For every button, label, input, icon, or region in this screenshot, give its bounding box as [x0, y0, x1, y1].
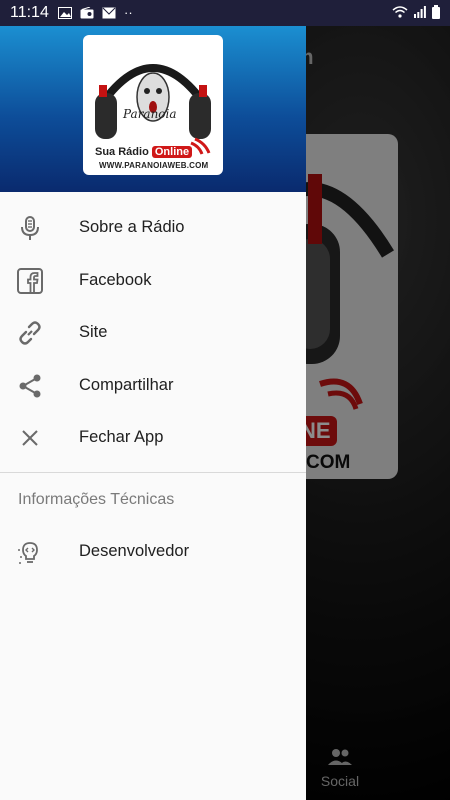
- navigation-drawer: Paranoia Sua Rádio Online WWW.PARANOIAWE…: [0, 26, 306, 800]
- drawer-divider: [0, 472, 306, 473]
- radio-logo: Paranoia Sua Rádio Online WWW.PARANOIAWE…: [83, 35, 223, 175]
- logo-tagline: Sua Rádio Online: [95, 146, 193, 158]
- mail-icon: [102, 7, 116, 19]
- menu-item-label: Site: [79, 323, 108, 341]
- menu-item-site[interactable]: Site: [0, 307, 306, 360]
- system-icons: [392, 5, 440, 19]
- menu-item-desenvolvedor[interactable]: Desenvolvedor: [0, 526, 306, 580]
- link-icon: [19, 321, 41, 345]
- drawer-menu: Sobre a Rádio Facebook Site Compartilhar…: [0, 202, 306, 465]
- image-icon: [58, 7, 72, 19]
- facebook-icon: [17, 267, 43, 294]
- menu-item-label: Sobre a Rádio: [79, 218, 185, 236]
- logo-brand-text: Paranoia: [123, 107, 177, 121]
- status-time: 11:14: [10, 4, 49, 21]
- more-dots-icon: ··: [124, 5, 133, 20]
- notification-icons: ··: [58, 6, 133, 20]
- battery-icon: [432, 5, 440, 19]
- logo-tagline-prefix: Sua Rádio: [95, 146, 149, 158]
- close-icon: [22, 430, 38, 446]
- menu-item-compartilhar[interactable]: Compartilhar: [0, 360, 306, 413]
- section-title-informacoes: Informações Técnicas: [18, 491, 175, 508]
- drawer-header: Paranoia Sua Rádio Online WWW.PARANOIAWE…: [0, 26, 306, 192]
- signal-icon: [414, 6, 426, 18]
- menu-item-label: Facebook: [79, 270, 152, 289]
- menu-item-label: Desenvolvedor: [79, 542, 190, 560]
- status-bar: 11:14 ··: [0, 0, 450, 26]
- wifi-icon: [392, 6, 408, 18]
- menu-item-facebook[interactable]: Facebook: [0, 255, 306, 308]
- menu-item-sobre[interactable]: Sobre a Rádio: [0, 202, 306, 255]
- radio-icon: [80, 7, 94, 19]
- logo-tagline-online: Online: [151, 146, 193, 158]
- menu-item-fechar[interactable]: Fechar App: [0, 412, 306, 465]
- logo-url: WWW.PARANOIAWEB.COM: [99, 161, 209, 170]
- developer-icon: [18, 542, 38, 564]
- menu-item-label: Fechar App: [79, 428, 164, 446]
- share-icon: [19, 374, 41, 397]
- microphone-icon: [21, 216, 39, 240]
- menu-item-label: Compartilhar: [79, 375, 174, 394]
